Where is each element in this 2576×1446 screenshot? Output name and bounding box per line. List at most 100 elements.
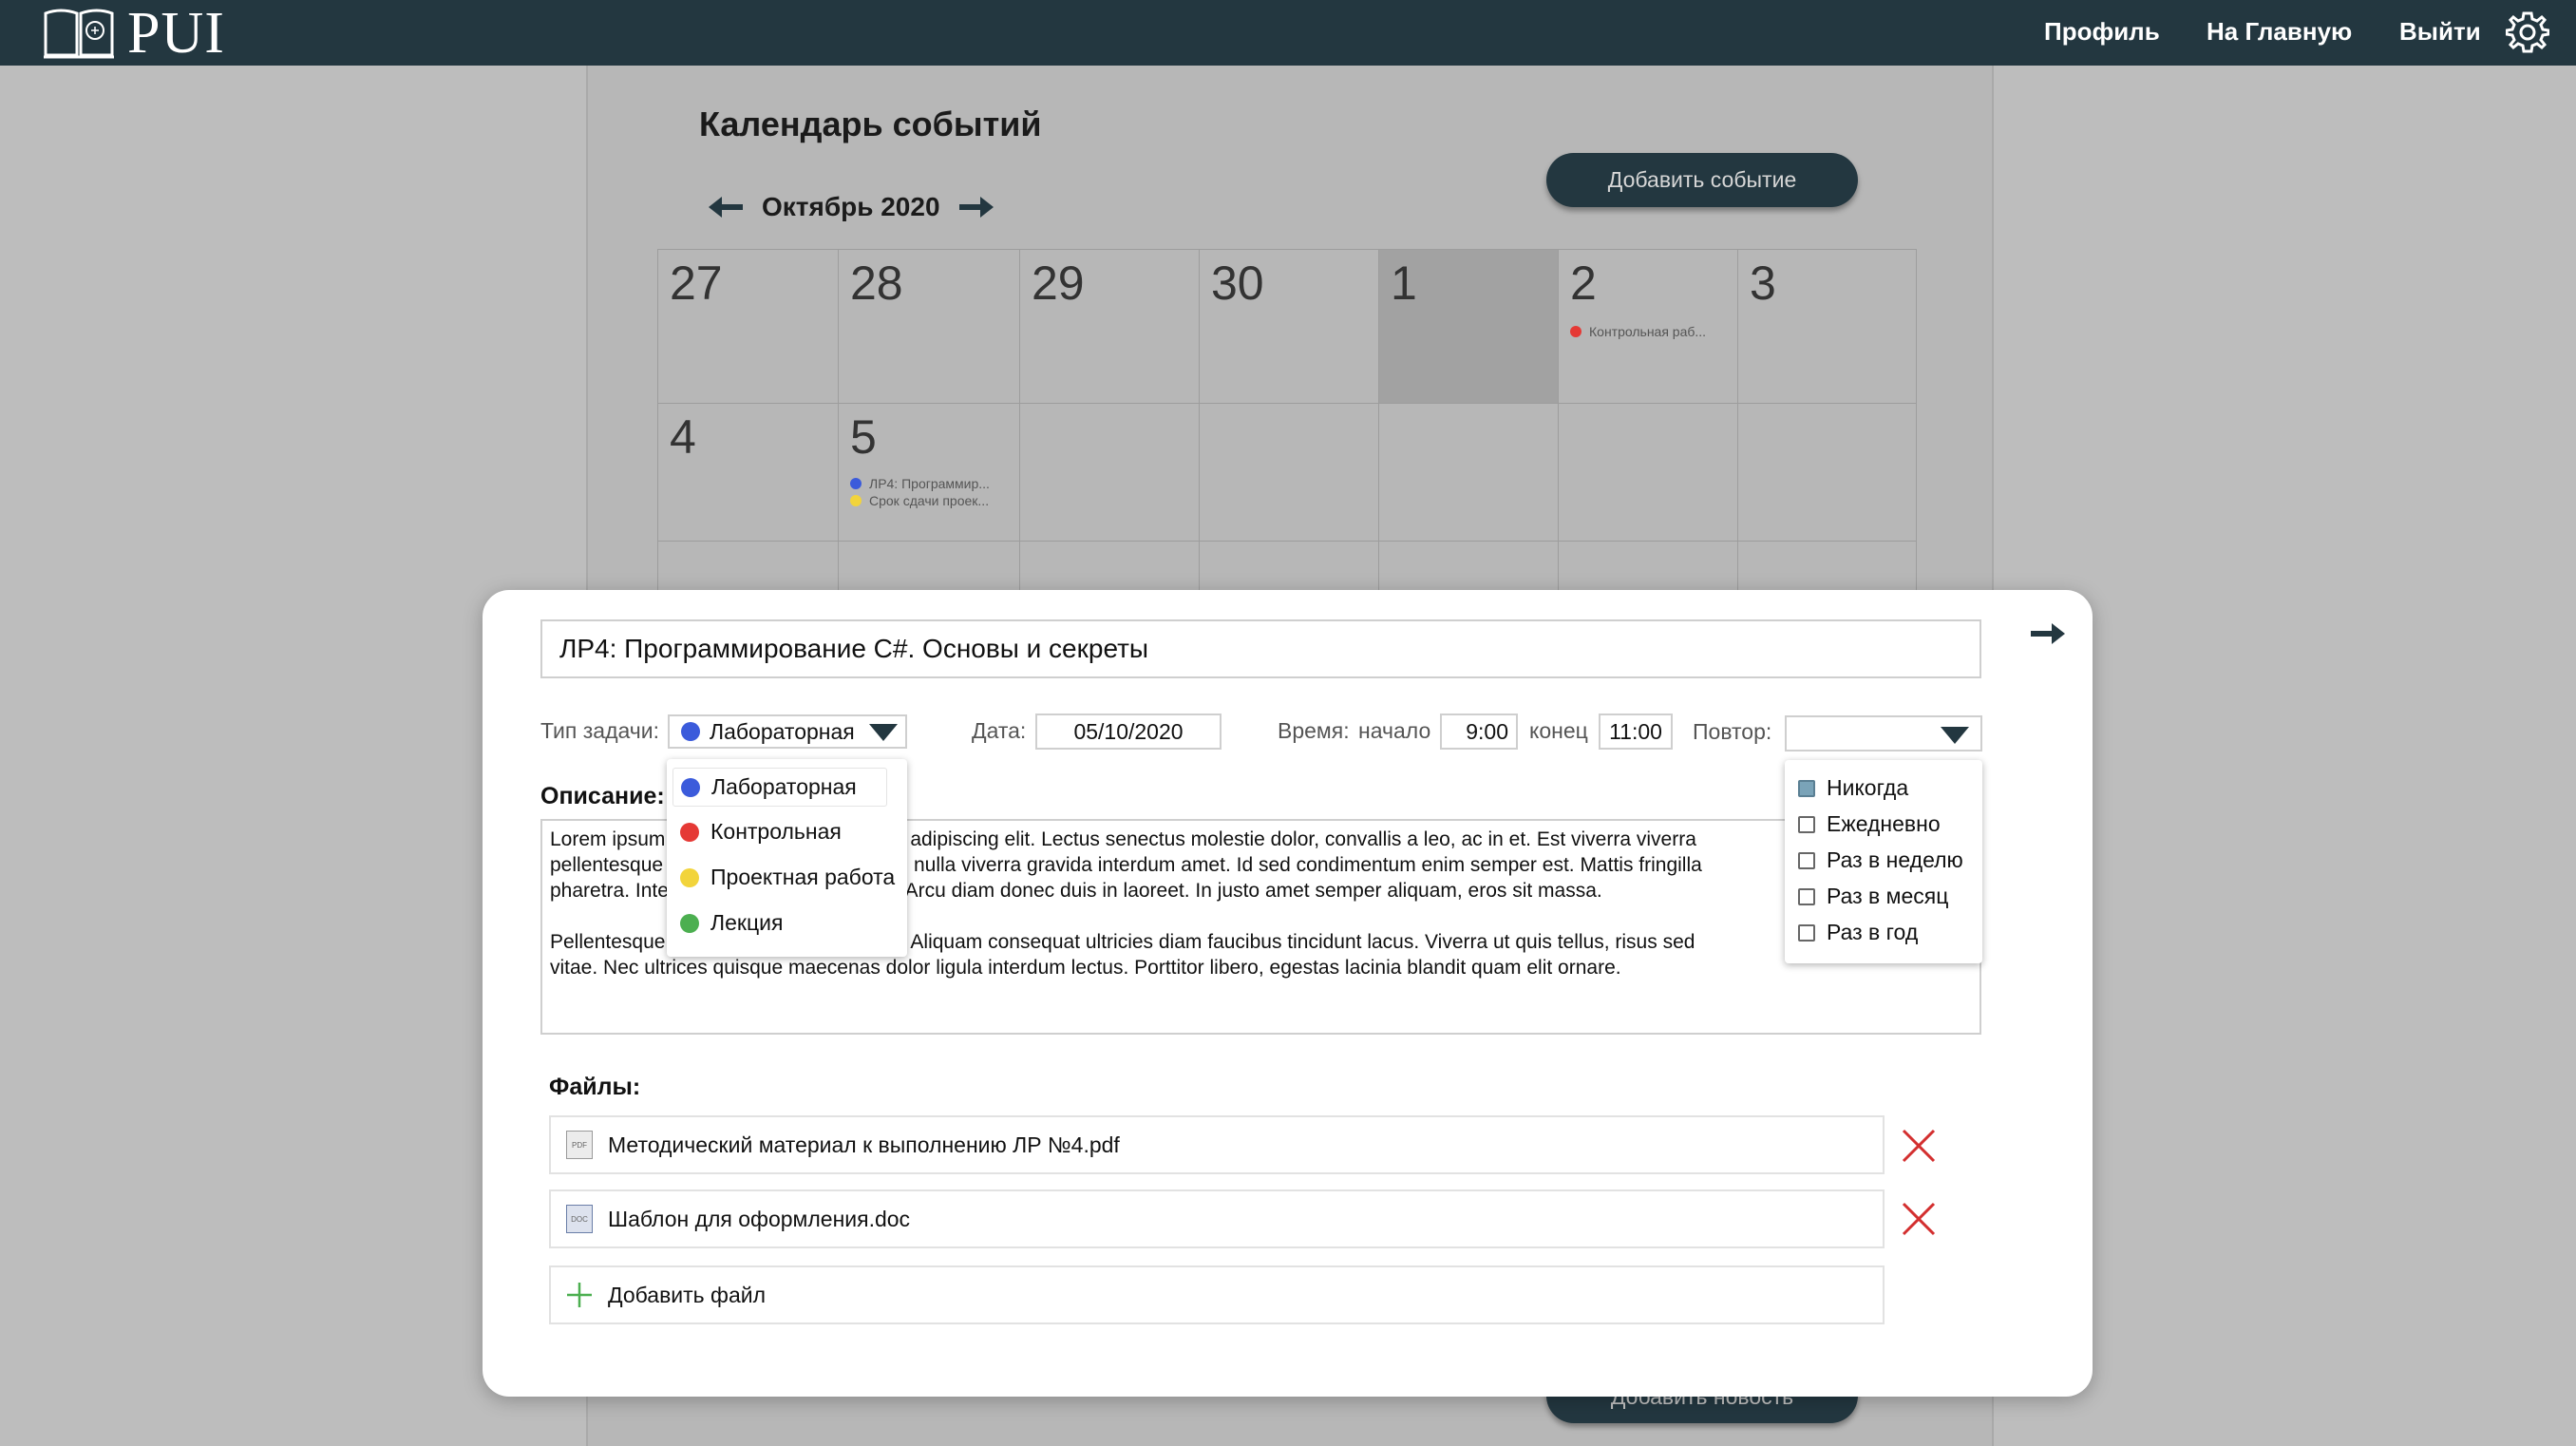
plus-icon	[567, 1283, 592, 1307]
logo-text: PUI	[127, 1, 225, 66]
checkbox-icon	[1798, 887, 1815, 905]
calendar-day[interactable]	[1558, 403, 1738, 542]
day-number: 28	[850, 257, 903, 310]
option-label: Раз в год	[1827, 920, 1919, 944]
month-label: Октябрь 2020	[762, 192, 940, 221]
type-dot-icon	[681, 722, 700, 741]
day-number: 4	[670, 410, 696, 464]
day-number: 1	[1391, 257, 1417, 310]
file-name: Шаблон для оформления.doc	[608, 1206, 911, 1231]
type-option-lab[interactable]: Лабораторная	[672, 768, 887, 807]
checkbox-checked-icon	[1798, 779, 1815, 797]
calendar-day[interactable]	[1019, 403, 1200, 542]
calendar-day[interactable]	[1737, 541, 1917, 598]
calendar-day-today[interactable]: 1	[1378, 249, 1559, 404]
event-label: ЛР4: Программир...	[869, 476, 990, 491]
file-row[interactable]: PDF Методический материал к выполнению Л…	[549, 1115, 1885, 1174]
repeat-label: Повтор:	[1693, 719, 1772, 744]
calendar-day[interactable]: 4	[657, 403, 839, 542]
option-label: Ежедневно	[1827, 811, 1941, 836]
option-label: Никогда	[1827, 775, 1909, 800]
checkbox-icon	[1798, 923, 1815, 942]
file-name: Методический материал к выполнению ЛР №4…	[608, 1132, 1120, 1157]
type-select-value: Лабораторная	[710, 718, 855, 744]
calendar-day[interactable]: 28	[838, 249, 1020, 404]
type-option-project[interactable]: Проектная работа	[680, 865, 895, 890]
checkbox-icon	[1798, 815, 1815, 833]
day-number: 5	[850, 410, 877, 464]
calendar-day[interactable]: 3	[1737, 249, 1917, 404]
day-number: 30	[1211, 257, 1264, 310]
calendar-event[interactable]: Срок сдачи проек...	[850, 493, 989, 508]
calendar-day[interactable]	[1199, 541, 1379, 598]
calendar-day[interactable]: 27	[657, 249, 839, 404]
file-row[interactable]: DOC Шаблон для оформления.doc	[549, 1189, 1885, 1248]
calendar-day[interactable]: 30	[1199, 249, 1379, 404]
calendar-title: Календарь событий	[699, 105, 1042, 143]
calendar-event[interactable]: ЛР4: Программир...	[850, 476, 990, 491]
chevron-down-icon	[1941, 727, 1969, 744]
add-event-button[interactable]: Добавить событие	[1546, 153, 1858, 207]
repeat-option-weekly[interactable]: Раз в неделю	[1798, 847, 1963, 873]
nav-logout-link[interactable]: Выйти	[2399, 17, 2481, 47]
end-label: конец	[1529, 718, 1588, 743]
calendar-day[interactable]: 5 ЛР4: Программир... Срок сдачи проек...	[838, 403, 1020, 542]
arrow-left-icon[interactable]	[707, 193, 745, 221]
event-title-input[interactable]	[540, 619, 1981, 678]
lab-dot-icon	[681, 777, 700, 797]
repeat-dropdown: Никогда Ежедневно Раз в неделю Раз в мес…	[1785, 760, 1982, 963]
delete-file-icon[interactable]	[1901, 1201, 1937, 1237]
type-label: Тип задачи:	[540, 718, 659, 743]
calendar-day[interactable]: 2 Контрольная раб...	[1558, 249, 1738, 404]
task-type-dropdown: Лабораторная Контрольная Проектная работ…	[667, 759, 907, 957]
type-option-lecture[interactable]: Лекция	[680, 910, 783, 936]
repeat-option-monthly[interactable]: Раз в месяц	[1798, 884, 1948, 909]
start-time-input[interactable]	[1440, 713, 1518, 750]
end-time-input[interactable]	[1599, 713, 1673, 750]
files-label: Файлы:	[549, 1074, 641, 1100]
time-label: Время:	[1278, 718, 1350, 743]
option-label: Контрольная	[710, 819, 842, 844]
book-logo-icon	[44, 9, 114, 59]
option-label: Раз в месяц	[1827, 884, 1949, 908]
calendar-day[interactable]	[657, 541, 839, 598]
repeat-option-never[interactable]: Никогда	[1798, 775, 1908, 801]
event-dot-icon	[850, 495, 862, 506]
add-file-button[interactable]: Добавить файл	[549, 1265, 1885, 1324]
calendar-day[interactable]	[1737, 403, 1917, 542]
logo[interactable]: PUI	[42, 4, 225, 63]
gear-icon[interactable]	[2506, 10, 2549, 54]
day-number: 27	[670, 257, 723, 310]
option-label: Проектная работа	[710, 865, 896, 889]
control-dot-icon	[680, 822, 699, 842]
day-number: 2	[1570, 257, 1597, 310]
checkbox-icon	[1798, 851, 1815, 869]
day-number: 3	[1750, 257, 1776, 310]
task-type-select[interactable]: Лабораторная	[668, 714, 907, 749]
chevron-down-icon	[869, 724, 898, 741]
delete-file-icon[interactable]	[1901, 1128, 1937, 1164]
calendar-event[interactable]: Контрольная раб...	[1570, 324, 1706, 339]
event-label: Срок сдачи проек...	[869, 493, 990, 508]
calendar-day[interactable]	[1558, 541, 1738, 598]
event-label: Контрольная раб...	[1589, 324, 1707, 339]
add-file-label: Добавить файл	[608, 1282, 767, 1307]
calendar-day[interactable]	[1199, 403, 1379, 542]
repeat-select[interactable]	[1785, 715, 1982, 752]
calendar-day[interactable]	[838, 541, 1020, 598]
repeat-option-daily[interactable]: Ежедневно	[1798, 811, 1941, 837]
option-label: Лабораторная	[711, 774, 857, 799]
repeat-option-yearly[interactable]: Раз в год	[1798, 920, 1918, 945]
type-option-control[interactable]: Контрольная	[680, 819, 842, 845]
lecture-dot-icon	[680, 913, 699, 933]
date-input[interactable]	[1035, 713, 1222, 750]
calendar-day[interactable]	[1019, 541, 1200, 598]
nav-profile-link[interactable]: Профиль	[2044, 17, 2160, 47]
day-number: 29	[1032, 257, 1085, 310]
arrow-right-icon[interactable]	[957, 193, 995, 221]
calendar-day[interactable]	[1378, 541, 1559, 598]
nav-home-link[interactable]: На Главную	[2207, 17, 2352, 47]
calendar-day[interactable]: 29	[1019, 249, 1200, 404]
calendar-day[interactable]	[1378, 403, 1559, 542]
close-arrow-icon[interactable]	[2029, 619, 2067, 648]
